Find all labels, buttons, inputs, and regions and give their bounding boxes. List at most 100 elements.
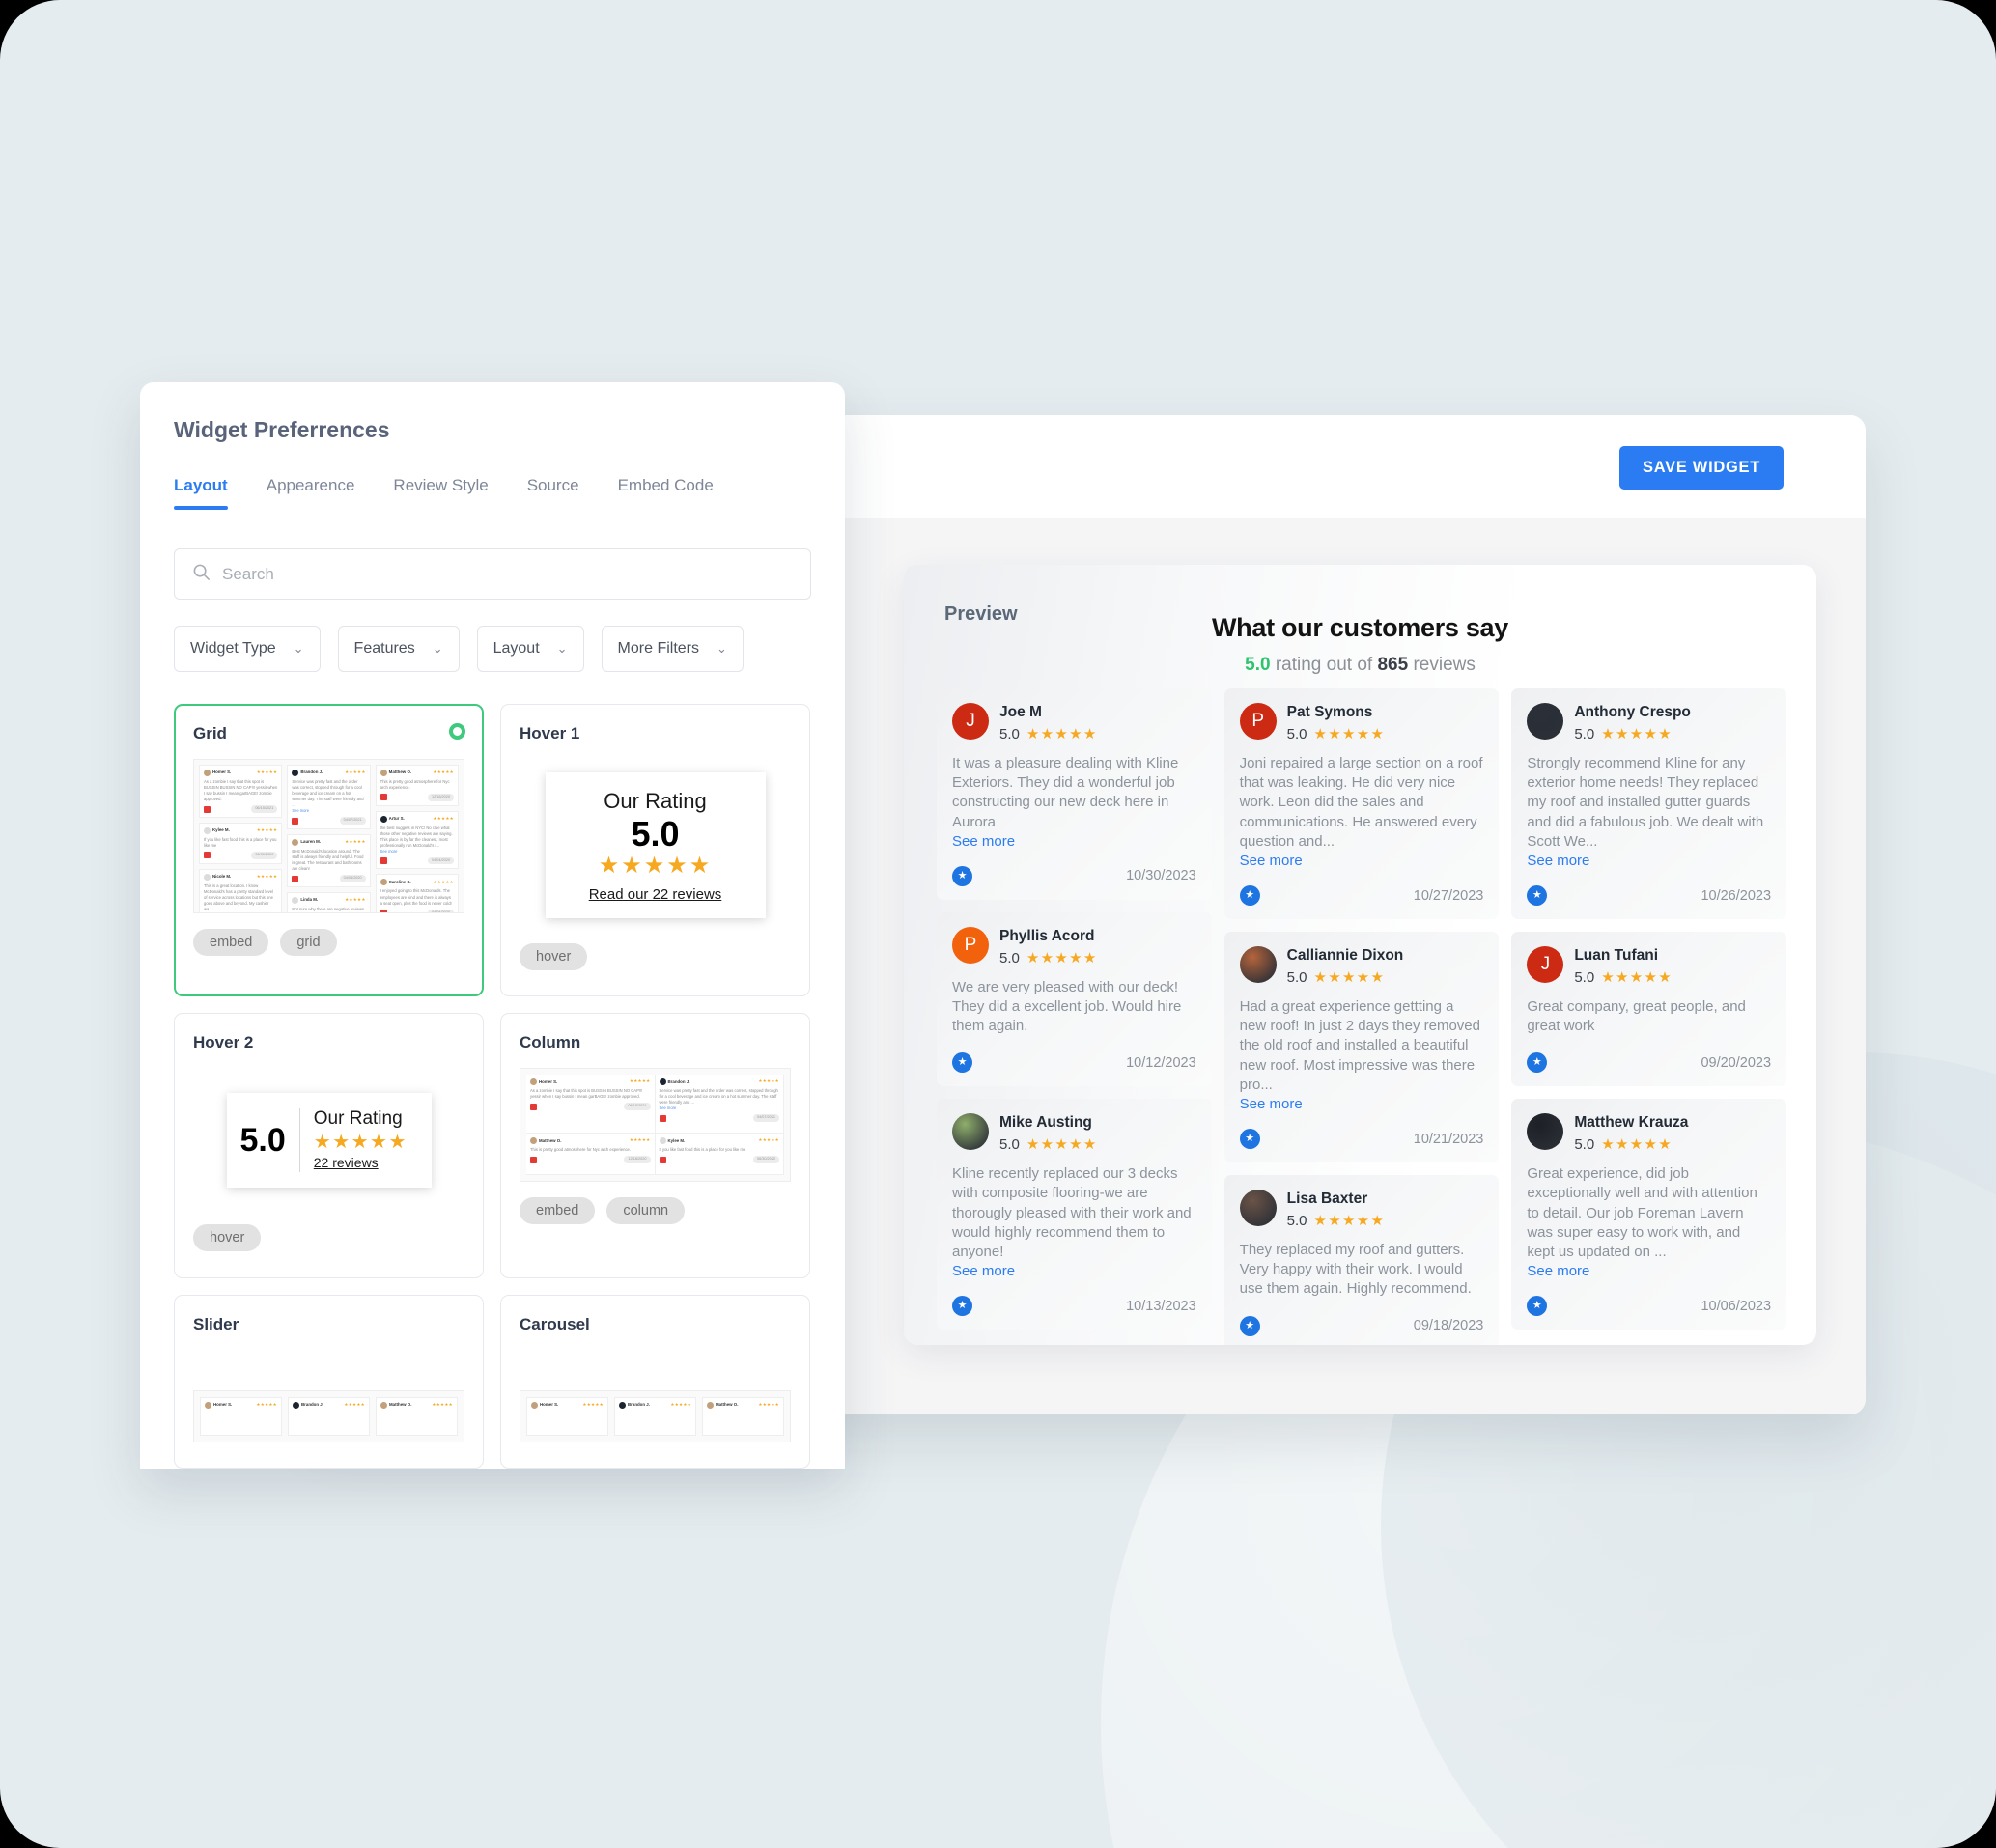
layout-card-hover-1[interactable]: Hover 1 Our Rating 5.0 ★★★★★ Read our 22 rev… [500,704,810,997]
thumb-review: Matthew O. ★★★★★ This is pretty good atmos… [375,765,459,806]
layout-card-title: Column [520,1033,581,1052]
layout-card-tags: embed grid [193,929,464,956]
tag-embed: embed [193,929,269,956]
tab-layout[interactable]: Layout [174,476,228,510]
page-root: SAVE WIDGET Preview What our customers s… [0,0,1996,1848]
tab-appearence[interactable]: Appearence [267,476,355,510]
review-header: Calliannie Dixon 5.0 ★★★★★ [1239,946,1484,986]
rating-score: 5.0 [999,1136,1020,1154]
rating-row: 5.0 ★★★★★ [1287,1213,1386,1229]
widget-summary: 5.0 rating out of 865 reviews [904,655,1816,676]
thumb-see-more[interactable]: See more [380,849,454,854]
widget-title: What our customers say [1212,613,1508,642]
layout-card-carousel[interactable]: Carousel Homer S. ★★★★★ Brandon J. ★★★★★ Matt… [500,1294,810,1469]
rating-score: 5.0 [999,725,1020,742]
thumbnail-strip: Homer S. ★★★★★ Brandon J. ★★★★★ Matthew O. ★★… [520,1389,791,1442]
thumbnail-strip: Homer S. ★★★★★ Brandon J. ★★★★★ Matthew O. ★★… [193,1389,464,1442]
see-more-link[interactable]: See more [1240,1096,1484,1112]
thumb-review-head: Homer S. ★★★★★ [204,770,277,776]
thumb-review-footer: 06/15/2021 [530,1103,651,1110]
thumb-avatar [204,873,211,881]
thumb-review-name: Lauren M. [300,839,322,845]
review-header: Mike Austing 5.0 ★★★★★ [952,1113,1196,1153]
thumb-review-name: Brandon J. [667,1078,690,1084]
filter-features[interactable]: Features ⌄ [337,626,460,672]
review-meta: Calliannie Dixon 5.0 ★★★★★ [1287,946,1404,986]
see-more-link[interactable]: See more [952,833,1196,850]
selected-indicator-icon[interactable] [449,723,465,740]
thumb-review-text: This is pretty good atmosphere for Nyc a… [380,779,450,791]
see-more-link[interactable]: See more [1240,853,1484,869]
save-widget-button[interactable]: SAVE WIDGET [1619,446,1784,490]
rating-row: 5.0 ★★★★★ [999,1136,1098,1153]
layout-card-tags: hover [193,1224,464,1252]
summary-count: 865 [1377,655,1409,675]
layout-card-title: Slider [193,1314,239,1333]
thumb-review: Matthew O. ★★★★★ [702,1396,784,1436]
thumb-source-icon [292,875,299,882]
layout-card-hover-2[interactable]: Hover 2 5.0 Our Rating ★★★★★ 22 reviews hover [174,1013,484,1278]
avatar: J [1527,946,1564,984]
thumb-review-name: Brandon J. [301,1401,323,1407]
reviewer-name: Anthony Crespo [1574,704,1691,720]
thumb-avatar [531,1401,538,1409]
reviewer-name: Luan Tufani [1574,947,1659,965]
hover2-reviews-link[interactable]: 22 reviews [314,1155,379,1170]
tag-hover: hover [520,942,588,970]
thumb-review-name: Homer S. [539,1078,558,1084]
review-text: Joni repaired a large section on a roof … [1239,754,1483,850]
see-more-link[interactable]: See more [1527,853,1771,869]
thumb-review-text: the best nuggets in NYC! No clue what th… [380,825,453,848]
search-input[interactable] [222,564,793,584]
review-header: Matthew Krauza 5.0 ★★★★★ [1527,1113,1771,1153]
rating-row: 5.0 ★★★★★ [999,950,1098,966]
hover2-rating-preview: 5.0 Our Rating ★★★★★ 22 reviews [226,1093,432,1189]
filter-row: Widget Type ⌄ Features ⌄ Layout ⌄ More Filters… [174,626,744,672]
review-date: 10/13/2023 [1126,1298,1196,1314]
filter-widget-type[interactable]: Widget Type ⌄ [174,626,321,672]
review-meta: Anthony Crespo 5.0 ★★★★★ [1574,703,1691,742]
rating-row: 5.0 ★★★★★ [999,726,1098,742]
thumb-review-footer: 12/16/2020 [530,1156,651,1163]
layout-card-tags: hover [520,942,791,970]
thumb-see-more[interactable]: See more [204,912,277,913]
hover-reviews-link[interactable]: Read our 22 reviews [589,886,722,903]
star-rating: ★★★★★ [1601,725,1673,742]
filter-label: Features [353,640,415,657]
see-more-link[interactable]: See more [1527,1263,1771,1279]
review-text: Had a great experience gettting a new ro… [1239,997,1480,1093]
thumb-see-more[interactable]: See more [660,1106,780,1111]
thumb-review-head: Brandon J. ★★★★★ [293,1401,365,1409]
thumb-star-rating: ★★★★★ [345,839,366,845]
thumb-star-rating: ★★★★★ [345,896,366,902]
layout-card-column[interactable]: Column Homer S. ★★★★★ As a zombie I say tha… [500,1013,810,1278]
tab-embed-code[interactable]: Embed Code [618,476,714,510]
rating-score: 5.0 [999,949,1020,966]
thumb-review-name: Homer S. [213,1401,233,1407]
layout-card-slider[interactable]: Slider Homer S. ★★★★★ Brandon J. ★★★★★ Matthe… [174,1294,484,1469]
thumb-see-more[interactable]: See more [292,808,365,814]
tab-source[interactable]: Source [527,476,579,510]
tab-review-style[interactable]: Review Style [393,476,488,510]
star-badge-icon: ★ [1239,885,1260,907]
layout-card-grid[interactable]: Grid Homer S. ★★★★★ As a zombie I say that … [174,704,484,997]
thumb-review-date: 06/30/2020 [752,1156,779,1163]
avatar [1527,1113,1564,1151]
review-card: Lisa Baxter 5.0 ★★★★★ They replaced my roof… [1223,1175,1500,1345]
filter-more-filters[interactable]: More Filters ⌄ [601,626,744,672]
review-date: 10/27/2023 [1413,887,1484,904]
tag-grid: grid [280,929,337,956]
chevron-down-icon: ⌄ [717,641,727,656]
thumb-star-rating: ★★★★★ [758,1078,779,1084]
thumb-review-name: Linda M. [300,897,319,903]
filter-layout[interactable]: Layout ⌄ [476,626,584,672]
thumb-source-icon [380,857,387,865]
see-more-link[interactable]: See more [952,1263,1196,1279]
thumb-star-rating: ★★★★★ [433,770,454,775]
review-meta: Phyllis Acord 5.0 ★★★★★ [999,927,1098,966]
thumb-review-head: Matthew O. ★★★★★ [530,1137,651,1145]
star-rating: ★★★★★ [1026,949,1098,966]
thumb-review: Brandon J. ★★★★★ Service was pretty fast a… [655,1075,784,1134]
search-box[interactable] [174,548,811,600]
thumb-review-footer: 04/04/2020 [380,909,454,912]
